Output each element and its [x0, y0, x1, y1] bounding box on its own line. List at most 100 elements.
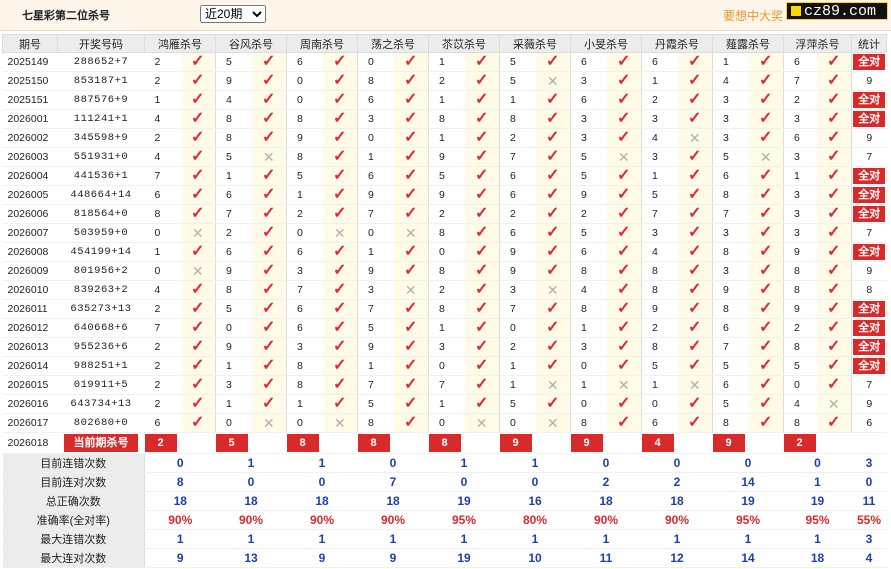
stats-value: 90% — [309, 513, 335, 527]
issue-cell: 2025151 — [2, 90, 58, 110]
kill-number-cell: 3 — [428, 337, 465, 357]
result-mark-cell: ✓ — [748, 318, 784, 338]
check-icon: ✓ — [333, 338, 347, 355]
stats-value: 95% — [451, 513, 477, 527]
kill-number-cell: 2 — [144, 394, 181, 414]
kill-number-cell: 9 — [286, 128, 323, 148]
check-icon: ✓ — [546, 186, 560, 203]
check-icon: ✓ — [333, 72, 347, 89]
result-mark-cell: ✓ — [606, 242, 642, 262]
result-mark-cell: ✓ — [464, 356, 500, 376]
result-mark-cell: ✓ — [816, 356, 852, 376]
kill-number-cell: 8 — [783, 261, 817, 281]
kill-number-cell: 8 — [712, 413, 749, 433]
table-row: 2025151 887576+9 1 ✓ 4 ✓ 0 ✓ 6 ✓ 1 ✓ 1 ✓ 6 ✓ 2 ✓ 3 ✓ 2 ✓ 全对 — [2, 90, 887, 110]
check-icon: ✓ — [688, 110, 702, 127]
result-mark-cell: ✓ — [677, 204, 713, 224]
result-mark-cell: ✓ — [322, 109, 358, 129]
result-mark-cell: ✓ — [393, 166, 429, 186]
check-icon: ✓ — [191, 148, 205, 165]
check-icon: ✓ — [546, 262, 560, 279]
kill-number-cell: 6 — [570, 242, 607, 262]
check-icon: ✓ — [759, 129, 773, 146]
issue-cell: 2026017 — [2, 413, 58, 433]
result-mark-cell: ✓ — [251, 109, 287, 129]
result-mark-cell: ✓ — [180, 299, 216, 319]
stats-value: 9 — [176, 551, 184, 565]
result-mark-cell: ✕ — [535, 375, 571, 395]
check-icon: ✓ — [688, 224, 702, 241]
kill-number-cell: 5 — [712, 147, 749, 167]
check-icon: ✓ — [262, 91, 276, 108]
result-mark-cell: ✓ — [180, 166, 216, 186]
kill-number-cell: 7 — [712, 204, 749, 224]
check-icon: ✓ — [475, 167, 489, 184]
kill-number-cell: 9 — [712, 280, 749, 300]
check-icon: ✓ — [475, 110, 489, 127]
current-stat-cell — [851, 432, 887, 454]
check-icon: ✓ — [688, 319, 702, 336]
kill-number-cell: 6 — [783, 52, 817, 72]
check-icon: ✓ — [546, 357, 560, 374]
kill-number-cell: 3 — [641, 147, 678, 167]
stats-value: 18 — [244, 494, 258, 508]
kill-number-cell: 1 — [286, 394, 323, 414]
site-logo[interactable]: cz89.com — [786, 2, 888, 20]
logo-square-icon — [791, 6, 801, 17]
draw-number-cell: 643734+13 — [57, 394, 145, 414]
check-icon: ✓ — [404, 319, 418, 336]
period-select[interactable]: 近20期 — [200, 5, 266, 23]
result-mark-cell: ✓ — [322, 356, 358, 376]
kill-number-cell: 2 — [286, 204, 323, 224]
all-correct-badge: 全对 — [853, 187, 886, 203]
result-mark-cell: ✕ — [677, 128, 713, 148]
current-kill-number: 9 — [499, 434, 532, 452]
result-mark-cell: ✓ — [816, 52, 852, 72]
current-label-cell: 当前期杀号 — [57, 432, 145, 454]
stats-value-cell: 95% — [428, 510, 500, 530]
stats-value-cell: 1 — [428, 453, 500, 473]
current-kill-spacer — [816, 432, 852, 454]
result-mark-cell: ✓ — [535, 242, 571, 262]
check-icon: ✓ — [546, 243, 560, 260]
stats-value-cell: 95% — [712, 510, 784, 530]
cross-icon: ✕ — [191, 224, 204, 241]
result-mark-cell: ✓ — [322, 375, 358, 395]
result-mark-cell: ✓ — [393, 147, 429, 167]
check-icon: ✓ — [475, 243, 489, 260]
kill-number-cell: 4 — [641, 128, 678, 148]
result-mark-cell: ✓ — [251, 223, 287, 243]
check-icon: ✓ — [688, 281, 702, 298]
kill-number-cell: 9 — [357, 185, 394, 205]
stats-label: 目前连错次数 — [2, 453, 145, 473]
result-mark-cell: ✓ — [393, 90, 429, 110]
result-mark-cell: ✓ — [816, 90, 852, 110]
kill-number-cell: 6 — [570, 90, 607, 110]
table-row: 2026002 345598+9 2 ✓ 8 ✓ 9 ✓ 0 ✓ 1 ✓ 2 ✓ 3 ✓ 4 ✕ 3 ✓ 6 ✓ 9 — [2, 128, 887, 148]
kill-number-cell: 0 — [357, 128, 394, 148]
stats-value-cell: 90% — [641, 510, 713, 530]
result-mark-cell: ✓ — [393, 52, 429, 72]
kill-number-cell: 3 — [783, 185, 817, 205]
check-icon: ✓ — [475, 186, 489, 203]
result-mark-cell: ✓ — [251, 394, 287, 414]
kill-number-cell: 2 — [144, 356, 181, 376]
result-mark-cell: ✓ — [322, 147, 358, 167]
kill-number-cell: 2 — [783, 90, 817, 110]
correct-count: 7 — [866, 227, 873, 239]
kill-number-cell: 8 — [215, 109, 252, 129]
check-icon: ✓ — [262, 395, 276, 412]
stat-cell: 全对 — [851, 52, 887, 72]
kill-number-cell: 8 — [499, 109, 536, 129]
current-kill-spacer — [393, 432, 429, 454]
kill-number-cell: 5 — [499, 394, 536, 414]
result-mark-cell: ✓ — [464, 52, 500, 72]
kill-number-cell: 2 — [215, 223, 252, 243]
stats-value-cell: 90% — [215, 510, 287, 530]
stats-row: 目前连错次数 0 1 1 0 1 1 0 0 0 0 3 — [2, 453, 887, 473]
kill-number-cell: 3 — [783, 223, 817, 243]
check-icon: ✓ — [191, 395, 205, 412]
check-icon: ✓ — [475, 224, 489, 241]
draw-number-cell: 818564+0 — [57, 204, 145, 224]
result-mark-cell: ✓ — [677, 185, 713, 205]
